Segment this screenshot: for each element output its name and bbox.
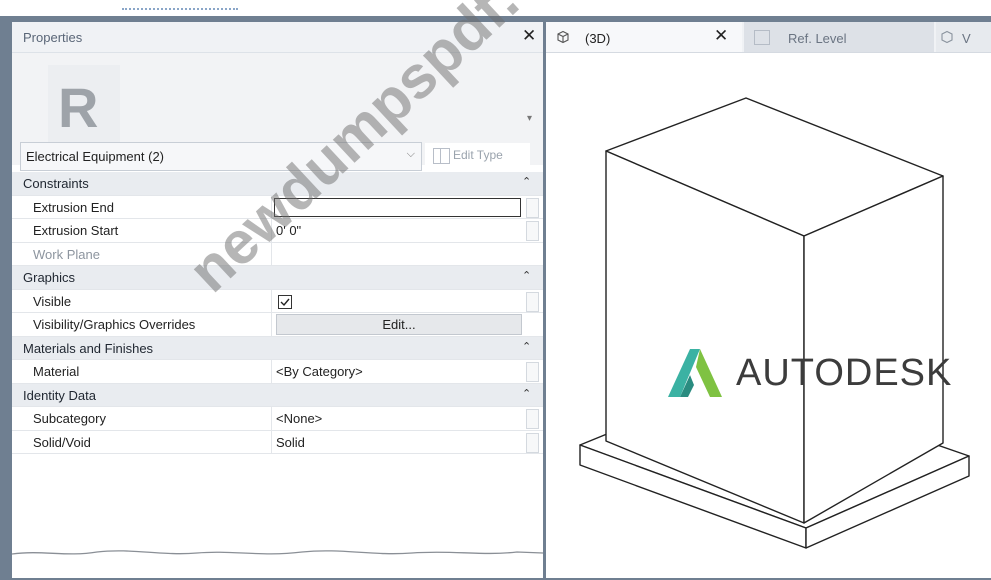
edit-type-icon bbox=[433, 148, 450, 164]
property-name: Work Plane bbox=[33, 246, 100, 262]
collapse-icon[interactable]: ⌃ bbox=[522, 340, 531, 353]
property-row: Extrusion End bbox=[12, 195, 543, 219]
row-scroll-handle[interactable] bbox=[526, 197, 539, 218]
autodesk-logo-green bbox=[696, 349, 722, 397]
group-constraints[interactable]: Constraints ⌃ bbox=[12, 172, 543, 196]
property-row: Work Plane bbox=[12, 242, 543, 266]
tab-label: Ref. Level bbox=[788, 31, 847, 46]
3d-model-canvas[interactable] bbox=[546, 53, 991, 578]
group-materials-and-finishes[interactable]: Materials and Finishes ⌃ bbox=[12, 336, 543, 360]
property-name: Subcategory bbox=[33, 411, 106, 426]
tab-view[interactable]: V bbox=[936, 22, 991, 52]
type-preview-dropdown-icon[interactable]: ▾ bbox=[527, 113, 532, 124]
row-scroll-handle[interactable] bbox=[526, 221, 539, 241]
group-label: Materials and Finishes bbox=[23, 340, 154, 356]
property-name: Extrusion Start bbox=[33, 223, 119, 238]
group-label: Identity Data bbox=[23, 387, 96, 403]
revit-logo-letter: R bbox=[58, 76, 98, 139]
tab-ref-level[interactable]: Ref. Level bbox=[744, 22, 934, 52]
collapse-icon[interactable]: ⌃ bbox=[522, 175, 531, 188]
property-row: Extrusion Start 0' 0" bbox=[12, 219, 543, 243]
3d-view-icon bbox=[557, 30, 569, 44]
type-selector: Electrical Equipment (2) ⌵ Edit Type bbox=[20, 142, 530, 171]
edit-type-button[interactable]: Edit Type bbox=[425, 143, 530, 169]
row-scroll-handle[interactable] bbox=[526, 432, 539, 453]
view-tab-bar: (3D) ✕ Ref. Level V bbox=[546, 22, 991, 53]
property-name: Visible bbox=[33, 293, 72, 309]
plan-view-icon bbox=[754, 30, 770, 45]
property-name: Material bbox=[33, 364, 80, 379]
close-icon[interactable]: ✕ bbox=[714, 26, 728, 46]
properties-title-bar: Properties ✕ bbox=[12, 22, 543, 53]
autodesk-logo-mark bbox=[668, 349, 722, 397]
properties-title: Properties bbox=[23, 30, 83, 45]
collapse-icon[interactable]: ⌃ bbox=[522, 269, 531, 282]
extrusion-start-value[interactable]: 0' 0" bbox=[276, 223, 301, 238]
category-value: Electrical Equipment (2) bbox=[26, 149, 164, 164]
property-row: Visibility/Graphics Overrides Edit... bbox=[12, 313, 543, 337]
properties-panel: Properties ✕ R ▾ Electrical Equipment (2… bbox=[12, 22, 543, 578]
property-row: Visible bbox=[12, 289, 543, 313]
collapse-icon[interactable]: ⌃ bbox=[522, 387, 531, 400]
subcategory-value[interactable]: <None> bbox=[276, 411, 322, 426]
property-row: Solid/Void Solid bbox=[12, 430, 543, 454]
tab-label: (3D) bbox=[585, 31, 611, 46]
edit-type-label: Edit Type bbox=[453, 148, 503, 162]
group-label: Constraints bbox=[23, 176, 89, 191]
group-identity-data[interactable]: Identity Data ⌃ bbox=[12, 383, 543, 407]
property-name: Extrusion End bbox=[33, 199, 114, 215]
autodesk-wordmark: AUTODESK bbox=[736, 352, 953, 394]
tab-3d-view[interactable]: (3D) ✕ bbox=[546, 22, 742, 52]
group-graphics[interactable]: Graphics ⌃ bbox=[12, 266, 543, 290]
close-icon[interactable]: ✕ bbox=[522, 26, 536, 46]
group-label: Graphics bbox=[23, 270, 76, 285]
equipment-box bbox=[605, 97, 944, 524]
property-name: Solid/Void bbox=[33, 434, 91, 450]
edit-button-label: Edit... bbox=[382, 317, 416, 332]
row-scroll-handle[interactable] bbox=[526, 291, 539, 312]
view-icon bbox=[941, 30, 953, 44]
tab-label: V bbox=[962, 31, 971, 46]
chevron-down-icon: ⌵ bbox=[406, 148, 415, 160]
properties-grid: Constraints ⌃ Extrusion End Extrusion St… bbox=[12, 172, 543, 454]
property-row: Material <By Category> bbox=[12, 360, 543, 384]
edit-overrides-button[interactable]: Edit... bbox=[276, 314, 522, 335]
view-window: (3D) ✕ Ref. Level V AUTODESK bbox=[546, 22, 991, 578]
material-value[interactable]: <By Category> bbox=[276, 364, 363, 379]
solid-void-value[interactable]: Solid bbox=[276, 435, 305, 450]
category-dropdown[interactable]: Electrical Equipment (2) ⌵ bbox=[20, 142, 422, 171]
torn-edge bbox=[12, 550, 543, 578]
top-strip bbox=[0, 0, 991, 16]
property-name: Visibility/Graphics Overrides bbox=[33, 317, 196, 332]
revit-logo: R bbox=[46, 61, 122, 153]
autodesk-logo: AUTODESK bbox=[666, 342, 991, 402]
row-scroll-handle[interactable] bbox=[526, 362, 539, 382]
extrusion-end-input[interactable] bbox=[274, 197, 521, 217]
property-row: Subcategory <None> bbox=[12, 407, 543, 431]
row-scroll-handle[interactable] bbox=[526, 409, 539, 429]
visible-checkbox[interactable] bbox=[278, 294, 292, 309]
